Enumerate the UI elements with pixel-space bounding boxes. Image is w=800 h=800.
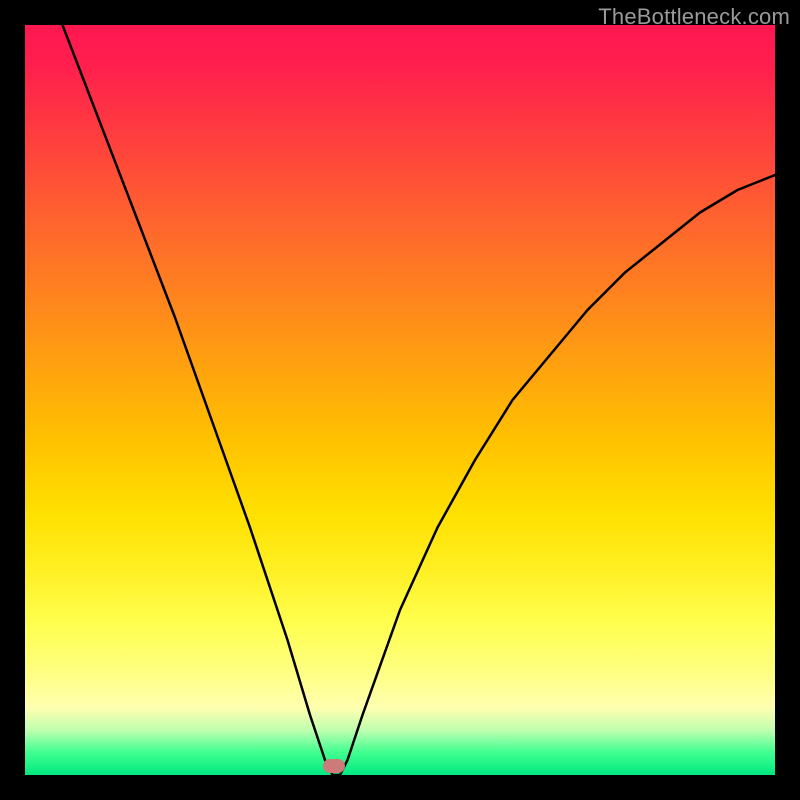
optimum-marker — [323, 759, 345, 773]
watermark-text: TheBottleneck.com — [598, 4, 790, 30]
bottleneck-curve — [25, 25, 775, 775]
chart-plot-area — [25, 25, 775, 775]
